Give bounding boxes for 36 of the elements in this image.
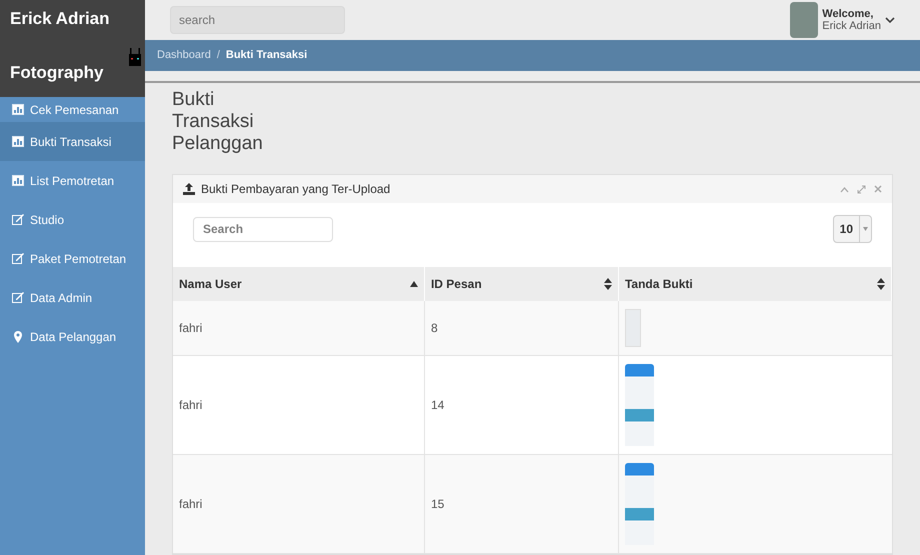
receipt-thumbnail-placeholder[interactable] [624, 309, 641, 347]
breadcrumb-link[interactable]: Bukti Transaksi [226, 47, 308, 64]
welcome-label: Welcome, [822, 8, 874, 20]
upload-icon [183, 183, 195, 195]
table-cell: 15 [424, 454, 618, 554]
panel-title: Bukti Pembayaran yang Ter-Upload [201, 181, 390, 198]
expand-icon[interactable] [857, 184, 866, 194]
breadcrumb-link[interactable]: Dashboard [157, 47, 211, 64]
search-field[interactable]: Search [193, 216, 333, 242]
table-cell: fahri [173, 454, 424, 554]
sort-ascending-icon [410, 281, 418, 287]
edit-icon [12, 292, 24, 304]
avatar-photo-placeholder [790, 2, 818, 38]
close-icon[interactable] [874, 185, 882, 193]
robot-icon [129, 48, 141, 66]
page-size-select[interactable]: 10 [832, 215, 872, 243]
caret-icon [863, 227, 868, 231]
breadcrumb-separator: / [216, 48, 220, 64]
page-title: Bukti Transaksi Pelanggan [172, 89, 264, 155]
brand-name: Erick Adrian [10, 8, 111, 30]
sort-icon [604, 278, 612, 290]
chart-icon [12, 136, 24, 148]
chart-icon [12, 104, 24, 116]
user-name[interactable]: Erick Adrian [822, 20, 881, 32]
sidebar-item[interactable]: Bukti Transaksi [0, 122, 145, 161]
brand-name: Fotography [10, 62, 104, 84]
caret-icon[interactable] [885, 16, 895, 24]
edit-icon [12, 252, 24, 264]
sort-icon [877, 278, 885, 290]
collapse-icon[interactable] [840, 186, 849, 192]
search-field[interactable]: search [170, 6, 345, 34]
edit-icon [12, 214, 24, 226]
map-pin-icon [12, 330, 24, 342]
screenshot-thumbnail-placeholder[interactable] [624, 463, 654, 545]
chart-icon [12, 174, 24, 186]
screenshot-thumbnail-placeholder[interactable] [624, 364, 654, 446]
